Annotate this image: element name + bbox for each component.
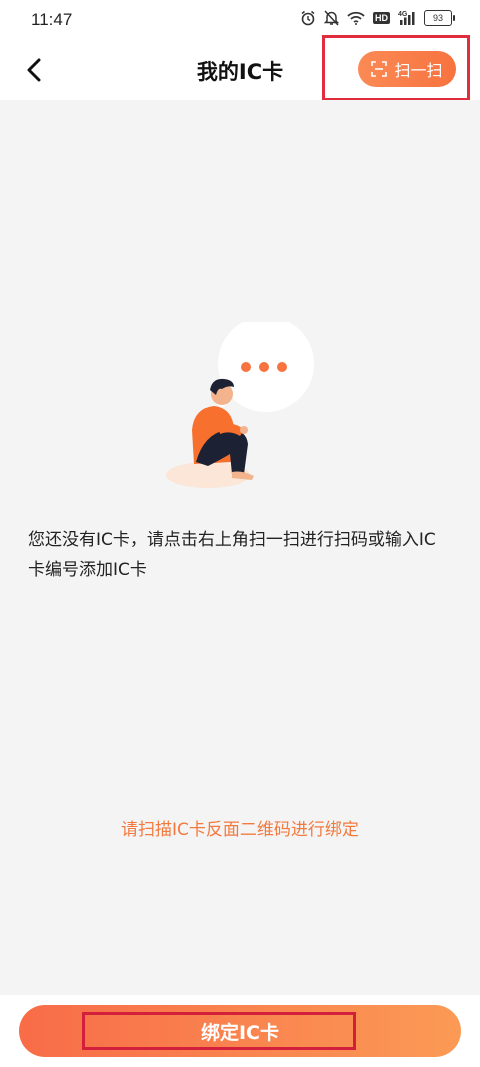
- wifi-icon: [347, 11, 365, 25]
- bind-ic-card-button[interactable]: 绑定IC卡: [19, 1005, 461, 1057]
- status-time: 11:47: [31, 10, 73, 29]
- status-bar: 11:47 HD 4G 93: [0, 0, 480, 40]
- bind-hint-text: 请扫描IC卡反面二维码进行绑定: [121, 820, 359, 840]
- mute-bell-icon: [324, 10, 339, 26]
- bottom-bar: 绑定IC卡: [0, 995, 480, 1067]
- scan-frame-icon: [371, 61, 388, 77]
- alarm-icon: [301, 10, 315, 26]
- scan-button[interactable]: 扫一扫: [358, 51, 456, 87]
- cellular-signal-icon: 4G: [398, 11, 415, 25]
- main-content: 您还没有IC卡，请点击右上角扫一扫进行扫码或输入IC卡编号添加IC卡 请扫描IC…: [0, 100, 480, 995]
- empty-state-message: 您还没有IC卡，请点击右上角扫一扫进行扫码或输入IC卡编号添加IC卡: [28, 530, 436, 580]
- status-icons: HD 4G 93: [300, 10, 455, 26]
- hd-badge: HD: [373, 12, 390, 24]
- scan-button-label: 扫一扫: [394, 61, 443, 80]
- page-header: 我的IC卡 扫一扫: [0, 35, 480, 101]
- battery-indicator: 93: [424, 10, 455, 26]
- svg-text:4G: 4G: [398, 11, 408, 18]
- empty-state-illustration: [166, 322, 314, 488]
- bind-button-label: 绑定IC卡: [200, 1021, 279, 1044]
